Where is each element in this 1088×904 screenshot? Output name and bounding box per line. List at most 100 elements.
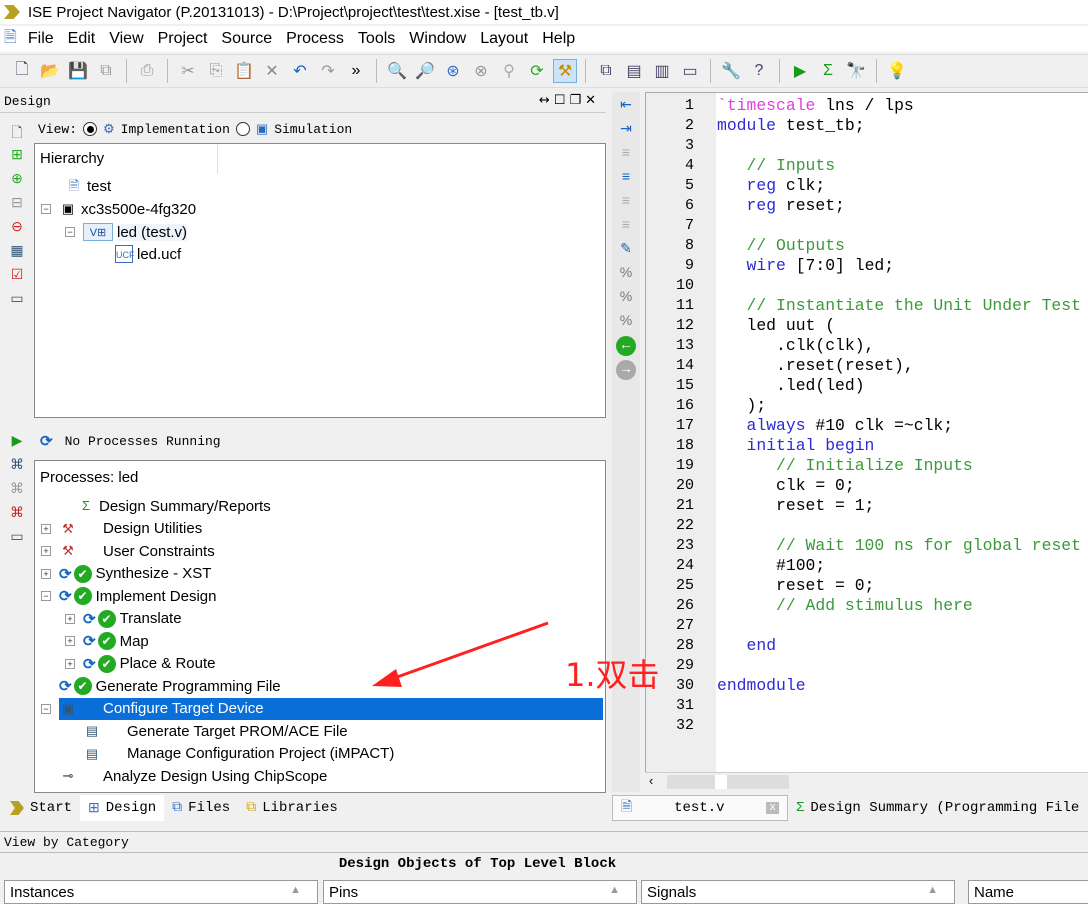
uncomment-icon[interactable]: ≡ bbox=[616, 168, 636, 188]
sort-icon[interactable]: ▲ bbox=[609, 884, 620, 896]
remove-icon[interactable]: ⊖ bbox=[7, 218, 27, 238]
code-line[interactable]: .reset(reset), bbox=[717, 356, 914, 376]
open-icon[interactable]: 📂 bbox=[38, 59, 62, 83]
expand-icon[interactable]: + bbox=[65, 613, 75, 624]
expand-icon[interactable]: + bbox=[41, 523, 51, 534]
wrench-icon[interactable]: 🔧 bbox=[719, 59, 743, 83]
tile-horizontal-icon[interactable]: ▤ bbox=[622, 59, 646, 83]
code-editor[interactable]: 1 `timescale lns / lps 2 module test_tb; 3 4 … bbox=[645, 92, 1088, 772]
simulation-label[interactable]: Simulation bbox=[274, 122, 352, 137]
code-line[interactable]: clk = 0; bbox=[717, 476, 855, 496]
tab-libraries[interactable]: ⧉ Libraries bbox=[238, 795, 346, 821]
process-item[interactable]: ⊸ Analyze Design Using ChipScope bbox=[41, 765, 603, 787]
code-line[interactable]: // Initialize Inputs bbox=[717, 456, 973, 476]
radio-implementation[interactable] bbox=[83, 122, 98, 136]
indent-left-icon[interactable]: ⇤ bbox=[616, 96, 636, 116]
run-process-icon[interactable]: ▶ bbox=[7, 432, 27, 452]
code-line[interactable]: end bbox=[717, 636, 777, 656]
sort-icon[interactable]: ▲ bbox=[927, 884, 938, 896]
float-icon[interactable]: ↔ bbox=[539, 93, 554, 108]
code-line[interactable]: .led(led) bbox=[717, 376, 865, 396]
expand-icon[interactable]: + bbox=[65, 658, 75, 669]
add-source-icon[interactable]: ⊞ bbox=[7, 146, 27, 166]
close-tab-icon[interactable]: x bbox=[766, 802, 779, 814]
code-line[interactable]: led uut ( bbox=[717, 316, 836, 336]
process-item[interactable]: + ⟳ ✔ Synthesize - XST bbox=[41, 563, 603, 585]
horizontal-scrollbar[interactable]: ‹ bbox=[645, 772, 1088, 790]
code-line[interactable]: `timescale lns / lps bbox=[717, 96, 914, 116]
add-copy-icon[interactable]: ⊕ bbox=[7, 170, 27, 190]
tree-item-device[interactable]: − ▣ xc3s500e-4fg320 bbox=[41, 198, 196, 220]
close-icon[interactable]: ✕ bbox=[585, 93, 600, 108]
telescope-icon[interactable]: 🔭 bbox=[844, 59, 868, 83]
process-item[interactable]: − ⟳ ✔ Implement Design bbox=[41, 585, 603, 607]
menu-project[interactable]: Project bbox=[151, 30, 215, 48]
code-line[interactable]: reg clk; bbox=[717, 176, 826, 196]
properties-icon[interactable]: ▦ bbox=[7, 242, 27, 262]
lightbulb-icon[interactable]: 💡 bbox=[885, 59, 909, 83]
code-line[interactable]: ); bbox=[717, 396, 767, 416]
zoom-full-icon[interactable]: ⊛ bbox=[441, 59, 465, 83]
collapse-icon[interactable]: − bbox=[65, 227, 75, 237]
refresh-icon[interactable]: ⟳ bbox=[525, 59, 549, 83]
bookmark-next-icon[interactable]: % bbox=[616, 288, 636, 308]
menu-source[interactable]: Source bbox=[214, 30, 279, 48]
find-icon[interactable]: ⚲ bbox=[497, 59, 521, 83]
code-line[interactable]: always #10 clk =~clk; bbox=[717, 416, 954, 436]
scroll-left-icon[interactable]: ‹ bbox=[649, 773, 653, 788]
menu-view[interactable]: View bbox=[102, 30, 150, 48]
sigma-icon[interactable]: Σ bbox=[816, 59, 840, 83]
code-line[interactable]: // Add stimulus here bbox=[717, 596, 973, 616]
tree-item-module[interactable]: − V⊞ led (test.v) bbox=[65, 221, 188, 243]
overflow-icon[interactable]: » bbox=[344, 59, 368, 83]
process-item[interactable]: Σ Design Summary/Reports bbox=[41, 495, 603, 517]
stop-icon[interactable]: ⌘ bbox=[7, 504, 27, 524]
format-icon[interactable]: ≡ bbox=[616, 192, 636, 212]
code-line[interactable]: reset = 1; bbox=[717, 496, 874, 516]
menu-window[interactable]: Window bbox=[402, 30, 473, 48]
code-line[interactable]: #100; bbox=[717, 556, 825, 576]
collapse-icon[interactable]: − bbox=[41, 591, 51, 601]
name-column[interactable]: Name bbox=[968, 880, 1088, 904]
redo-icon[interactable]: ↷ bbox=[316, 59, 340, 83]
signals-column[interactable]: Signals ▲ bbox=[641, 880, 955, 904]
rerun-icon[interactable]: ⌘ bbox=[7, 456, 27, 476]
expand-icon[interactable]: + bbox=[41, 546, 51, 556]
pins-column[interactable]: Pins ▲ bbox=[323, 880, 637, 904]
code-line[interactable]: .clk(clk), bbox=[717, 336, 874, 356]
forward-icon[interactable]: → bbox=[616, 360, 636, 380]
code-line[interactable]: reg reset; bbox=[717, 196, 845, 216]
process-item[interactable]: + ⚒ User Constraints bbox=[41, 540, 603, 562]
code-line[interactable]: // Inputs bbox=[717, 156, 836, 176]
code-line[interactable]: module test_tb; bbox=[717, 116, 865, 136]
expand-icon[interactable]: + bbox=[41, 568, 51, 579]
collapse-icon[interactable]: − bbox=[41, 204, 51, 214]
indent-right-icon[interactable]: ⇥ bbox=[616, 120, 636, 140]
process-item[interactable]: − ▣ Configure Target Device bbox=[41, 697, 603, 720]
zoom-in-icon[interactable]: 🔍 bbox=[385, 59, 409, 83]
code-line[interactable]: wire [7:0] led; bbox=[717, 256, 895, 276]
collapse-icon[interactable]: − bbox=[41, 703, 51, 714]
tab-design[interactable]: ⊞ Design bbox=[80, 795, 165, 821]
bookmark-icon[interactable]: % bbox=[616, 264, 636, 284]
new-source-icon[interactable]: 🗋 bbox=[7, 122, 27, 142]
delete-icon[interactable]: ✕ bbox=[260, 59, 284, 83]
save-icon[interactable]: 💾 bbox=[66, 59, 90, 83]
tab-test-v[interactable]: 🗎 test.v x bbox=[612, 795, 788, 821]
expand-icon[interactable]: + bbox=[65, 636, 75, 646]
comment-icon[interactable]: ≡ bbox=[616, 144, 636, 164]
copy-icon[interactable]: ⎘ bbox=[204, 59, 228, 83]
process-item[interactable]: + ⚒ Design Utilities bbox=[41, 518, 603, 540]
panel-icon[interactable]: ▭ bbox=[7, 528, 27, 548]
cut-icon[interactable]: ✂ bbox=[176, 59, 200, 83]
tab-start[interactable]: Start bbox=[2, 795, 80, 821]
panel-icon[interactable]: ▭ bbox=[7, 290, 27, 310]
code-line[interactable]: reset = 0; bbox=[717, 576, 874, 596]
zoom-fit-icon[interactable]: ⊗ bbox=[469, 59, 493, 83]
sort-icon[interactable]: ▲ bbox=[290, 884, 301, 896]
menu-file[interactable]: File bbox=[21, 30, 61, 48]
undo-icon[interactable]: ↶ bbox=[288, 59, 312, 83]
help-cursor-icon[interactable]: ? bbox=[747, 59, 771, 83]
print-icon[interactable]: ⎙ bbox=[135, 59, 159, 83]
tab-design-summary[interactable]: Σ Design Summary (Programming File G bbox=[788, 795, 1088, 821]
